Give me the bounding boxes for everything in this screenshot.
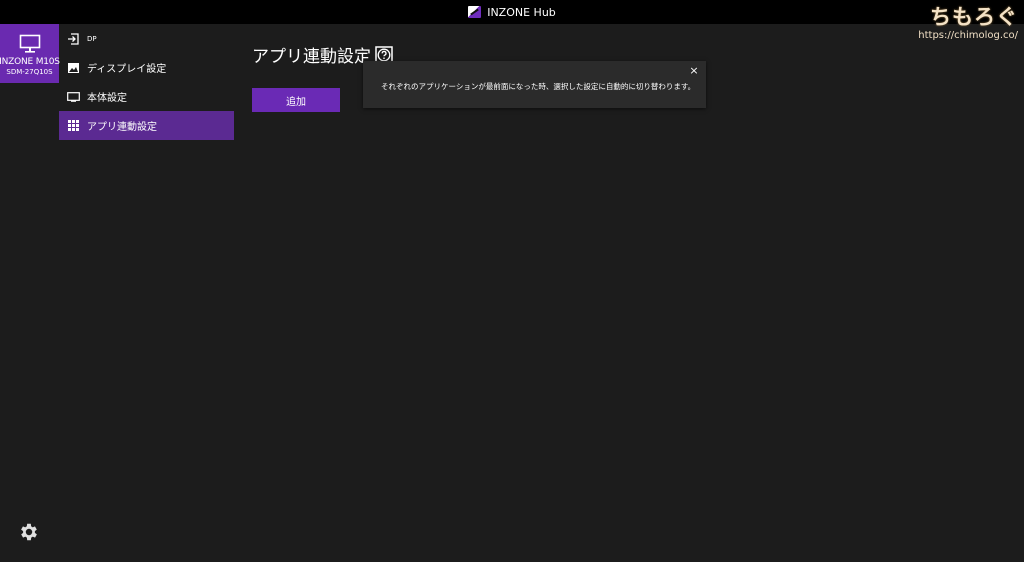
sidebar-nav: DP ディスプレイ設定 本体設定 アプリ連動設定	[59, 24, 234, 140]
sidebar-item-label: 本体設定	[87, 93, 127, 104]
close-icon[interactable]: ×	[688, 65, 700, 77]
watermark: ちもろぐ https://chimolog.co/	[918, 4, 1018, 42]
page-title-text: アプリ連動設定	[252, 47, 371, 67]
tooltip-text: それぞれのアプリケーションが最前面になった時、選択した設定に自動的に切り替わりま…	[381, 82, 696, 91]
window-title: INZONE Hub	[487, 5, 556, 19]
device-name: INZONE M10S	[0, 57, 60, 67]
device-model: SDM-27Q10S	[6, 68, 53, 76]
watermark-text: ちもろぐ	[930, 5, 1018, 29]
sidebar-item-monitor-settings[interactable]: 本体設定	[59, 82, 234, 111]
sidebar-item-app-link-settings[interactable]: アプリ連動設定	[59, 111, 234, 140]
help-tooltip: × それぞれのアプリケーションが最前面になった時、選択した設定に自動的に切り替わ…	[363, 61, 706, 108]
gear-icon[interactable]	[18, 521, 40, 543]
image-icon	[67, 62, 79, 73]
inzone-logo-icon	[468, 6, 482, 18]
sidebar-item-dp[interactable]: DP	[59, 24, 234, 53]
grid-icon	[67, 120, 79, 131]
title-bar: INZONE Hub	[0, 0, 1024, 24]
sidebar-item-label: DP	[87, 34, 97, 43]
monitor-icon	[19, 34, 40, 53]
monitor-icon	[66, 91, 80, 102]
input-icon	[68, 32, 79, 45]
add-button[interactable]: 追加	[252, 88, 340, 112]
sidebar-item-label: アプリ連動設定	[87, 122, 157, 133]
sidebar-item-label: ディスプレイ設定	[87, 64, 167, 75]
device-tile[interactable]: INZONE M10S SDM-27Q10S	[0, 24, 60, 83]
sidebar-item-display-settings[interactable]: ディスプレイ設定	[59, 53, 234, 82]
watermark-url: https://chimolog.co/	[918, 30, 1018, 41]
